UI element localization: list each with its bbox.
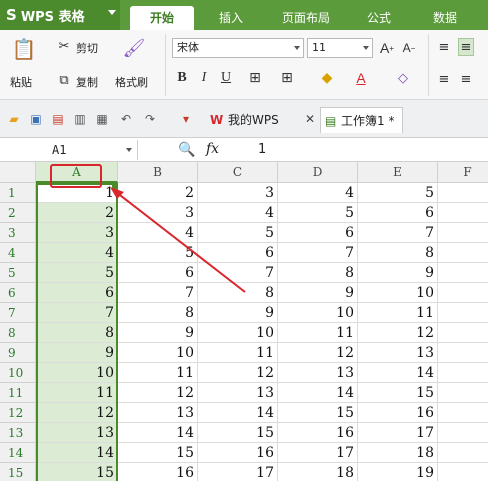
chevron-down-icon xyxy=(363,46,369,50)
zoom-search-icon[interactable]: 🔍 xyxy=(178,141,196,159)
align-top-icon[interactable]: ≡ xyxy=(436,38,452,56)
app-title: WPS 表格 xyxy=(20,9,85,25)
italic-icon[interactable]: I xyxy=(196,68,212,88)
print-icon[interactable]: ▥ xyxy=(72,111,88,127)
clear-format-icon[interactable]: ◇ xyxy=(392,68,414,88)
print-preview-icon[interactable]: ▦ xyxy=(94,111,110,127)
title-bar: S WPS 表格 开始 插入 页面布局 公式 数据 xyxy=(0,0,488,30)
chevron-down-icon xyxy=(108,10,116,15)
font-name-select[interactable]: 宋体 xyxy=(172,38,304,58)
borders-icon[interactable]: ⊞ xyxy=(244,68,266,88)
open-folder-icon[interactable]: ▰ xyxy=(6,111,22,127)
undo-icon[interactable]: ↶ xyxy=(118,111,134,127)
app-menu-button[interactable]: S WPS 表格 xyxy=(0,0,120,30)
font-name-value: 宋体 xyxy=(177,41,199,54)
tab-workbook-label: 工作簿1 * xyxy=(341,114,395,128)
tab-my-wps[interactable]: W 我的WPS xyxy=(206,107,279,133)
ribbon-divider xyxy=(165,34,166,96)
save-icon[interactable]: ▣ xyxy=(28,111,44,127)
annotation-arrow xyxy=(110,187,246,293)
workbook-icon: ▤ xyxy=(325,114,337,128)
chevron-down-icon xyxy=(126,148,132,152)
spreadsheet-grid[interactable]: ABCDEF1123452234563345674456785567896678… xyxy=(0,162,488,481)
font-size-select[interactable]: 11 xyxy=(307,38,373,58)
quick-access-bar: ▰ ▣ ▤ ▥ ▦ ↶ ↷ ▾ W 我的WPS ✕ ▤ 工作簿1 * xyxy=(0,100,488,138)
format-painter-icon[interactable]: 🖌 xyxy=(123,36,146,60)
shrink-font-icon[interactable]: A − xyxy=(400,38,418,58)
wps-home-icon: W xyxy=(210,113,224,127)
underline-icon[interactable]: U xyxy=(218,68,234,88)
wps-logo-icon: S xyxy=(6,6,17,24)
formula-bar: A1 🔍 fx 1 xyxy=(0,138,488,162)
tab-page-layout[interactable]: 页面布局 xyxy=(266,6,346,30)
merge-cells-icon[interactable]: ⊞ xyxy=(276,68,298,88)
annotation-arrow-line xyxy=(115,191,246,293)
tab-insert[interactable]: 插入 xyxy=(206,6,256,30)
name-box[interactable]: A1 xyxy=(0,140,138,160)
ribbon-divider xyxy=(428,34,429,96)
paste-button[interactable]: 粘贴 xyxy=(10,74,32,90)
scissors-icon[interactable]: ✂ xyxy=(56,38,72,54)
bold-icon[interactable]: B xyxy=(174,68,190,88)
redo-icon[interactable]: ↷ xyxy=(142,111,158,127)
align-middle-icon[interactable]: ≡ xyxy=(458,38,474,56)
cut-button[interactable]: 剪切 xyxy=(76,40,98,56)
copy-icon[interactable]: ⧉ xyxy=(56,72,72,88)
name-box-value: A1 xyxy=(52,143,67,157)
paste-icon[interactable]: 📋 xyxy=(12,36,37,62)
copy-button[interactable]: 复制 xyxy=(76,74,98,90)
fill-color-icon[interactable]: ◆ xyxy=(316,68,338,88)
ribbon-home: 📋 粘贴 ✂ 剪切 ⧉ 复制 🖌 格式刷 宋体 11 A + A − B I U ⊞… xyxy=(0,30,488,100)
tab-data[interactable]: 数据 xyxy=(420,6,470,30)
tab-workbook[interactable]: ▤ 工作簿1 * xyxy=(320,107,404,133)
function-wizard-button[interactable]: fx xyxy=(206,141,219,157)
customize-toolbar-icon[interactable]: ▾ xyxy=(178,111,194,127)
format-painter-button[interactable]: 格式刷 xyxy=(115,74,148,90)
tab-home[interactable]: 开始 xyxy=(130,6,194,30)
tab-my-wps-label: 我的WPS xyxy=(228,113,279,127)
align-left-icon[interactable]: ≡ xyxy=(436,70,452,88)
font-color-icon[interactable]: A xyxy=(350,68,372,88)
tab-formulas[interactable]: 公式 xyxy=(354,6,404,30)
formula-input[interactable]: 1 xyxy=(258,142,266,157)
grow-font-icon[interactable]: A + xyxy=(378,38,396,58)
align-center-icon[interactable]: ≡ xyxy=(458,70,474,88)
export-pdf-icon[interactable]: ▤ xyxy=(50,111,66,127)
chevron-down-icon xyxy=(294,46,300,50)
font-size-value: 11 xyxy=(312,41,326,54)
close-icon[interactable]: ✕ xyxy=(302,111,318,127)
